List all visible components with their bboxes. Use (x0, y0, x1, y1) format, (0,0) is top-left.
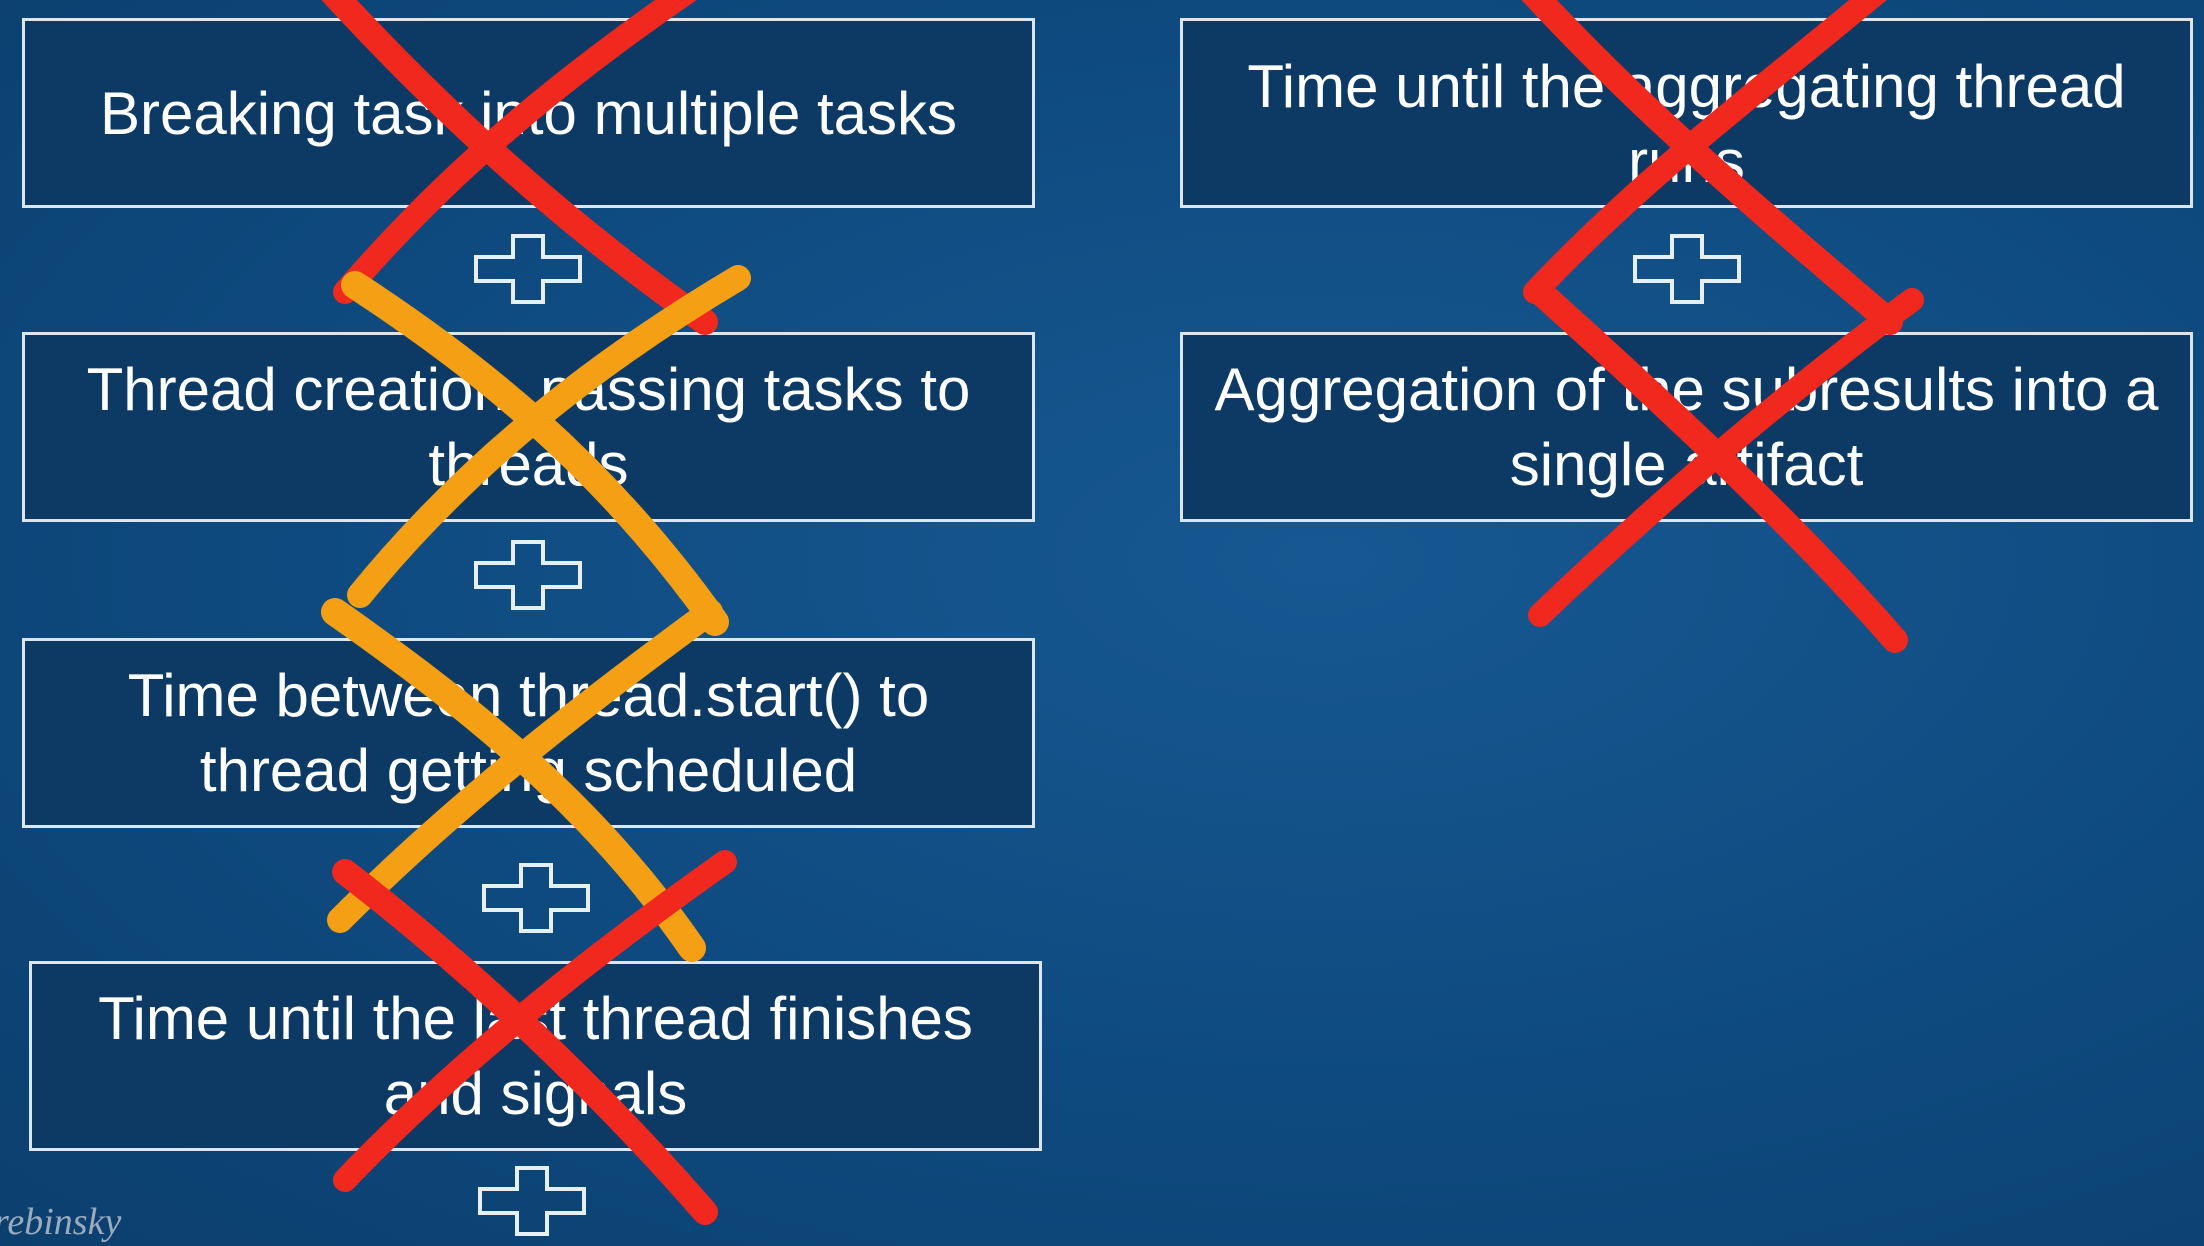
box-thread-creation: Thread creation, passing tasks to thread… (22, 332, 1035, 522)
box-label: Aggregation of the subresults into a sin… (1214, 356, 2159, 498)
author-credit: rebinsky (0, 1201, 122, 1243)
box-aggregating-thread-runs: Time until the aggregating thread runs (1180, 18, 2193, 208)
plus-icon (473, 539, 583, 611)
box-label: Time until the last thread finishes and … (98, 985, 973, 1127)
box-label: Time between thread.start() to thread ge… (127, 662, 930, 804)
box-label: Thread creation, passing tasks to thread… (86, 356, 971, 498)
box-last-thread-finishes: Time until the last thread finishes and … (29, 961, 1042, 1151)
box-aggregation-subresults: Aggregation of the subresults into a sin… (1180, 332, 2193, 522)
box-thread-start-schedule: Time between thread.start() to thread ge… (22, 638, 1035, 828)
box-breaking-task: Breaking task into multiple tasks (22, 18, 1035, 208)
plus-icon (1632, 233, 1742, 305)
plus-icon (473, 233, 583, 305)
box-label: Breaking task into multiple tasks (99, 79, 958, 147)
box-label: Time until the aggregating thread runs (1247, 53, 2126, 195)
plus-icon (477, 1165, 587, 1237)
plus-icon (481, 862, 591, 934)
slide-background: Breaking task into multiple tasks Thread… (0, 0, 2204, 1246)
